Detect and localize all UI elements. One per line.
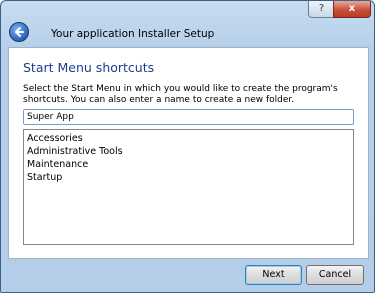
folder-name-input[interactable]: [23, 109, 354, 125]
window-title: Your application Installer Setup: [51, 28, 215, 40]
back-arrow-icon: [15, 27, 24, 37]
back-button[interactable]: [9, 22, 29, 42]
title-bar: ? x Your application Installer Setup: [1, 1, 374, 47]
help-button[interactable]: ?: [308, 1, 335, 18]
page-description: Select the Start Menu in which you would…: [23, 84, 338, 105]
folder-item-maintenance[interactable]: Maintenance: [24, 158, 353, 171]
folder-item-startup[interactable]: Startup: [24, 171, 353, 184]
folder-item-administrative-tools[interactable]: Administrative Tools: [24, 145, 353, 158]
folder-item-accessories[interactable]: Accessories: [24, 132, 353, 145]
next-button[interactable]: Next: [245, 265, 302, 285]
installer-window: ? x Your application Installer Setup Sta…: [0, 0, 375, 293]
cancel-button[interactable]: Cancel: [306, 265, 364, 285]
page-heading: Start Menu shortcuts: [23, 60, 155, 75]
start-menu-folder-list[interactable]: Accessories Administrative Tools Mainten…: [23, 129, 354, 245]
close-button[interactable]: x: [333, 1, 371, 18]
wizard-page: Start Menu shortcuts Select the Start Me…: [8, 47, 369, 259]
